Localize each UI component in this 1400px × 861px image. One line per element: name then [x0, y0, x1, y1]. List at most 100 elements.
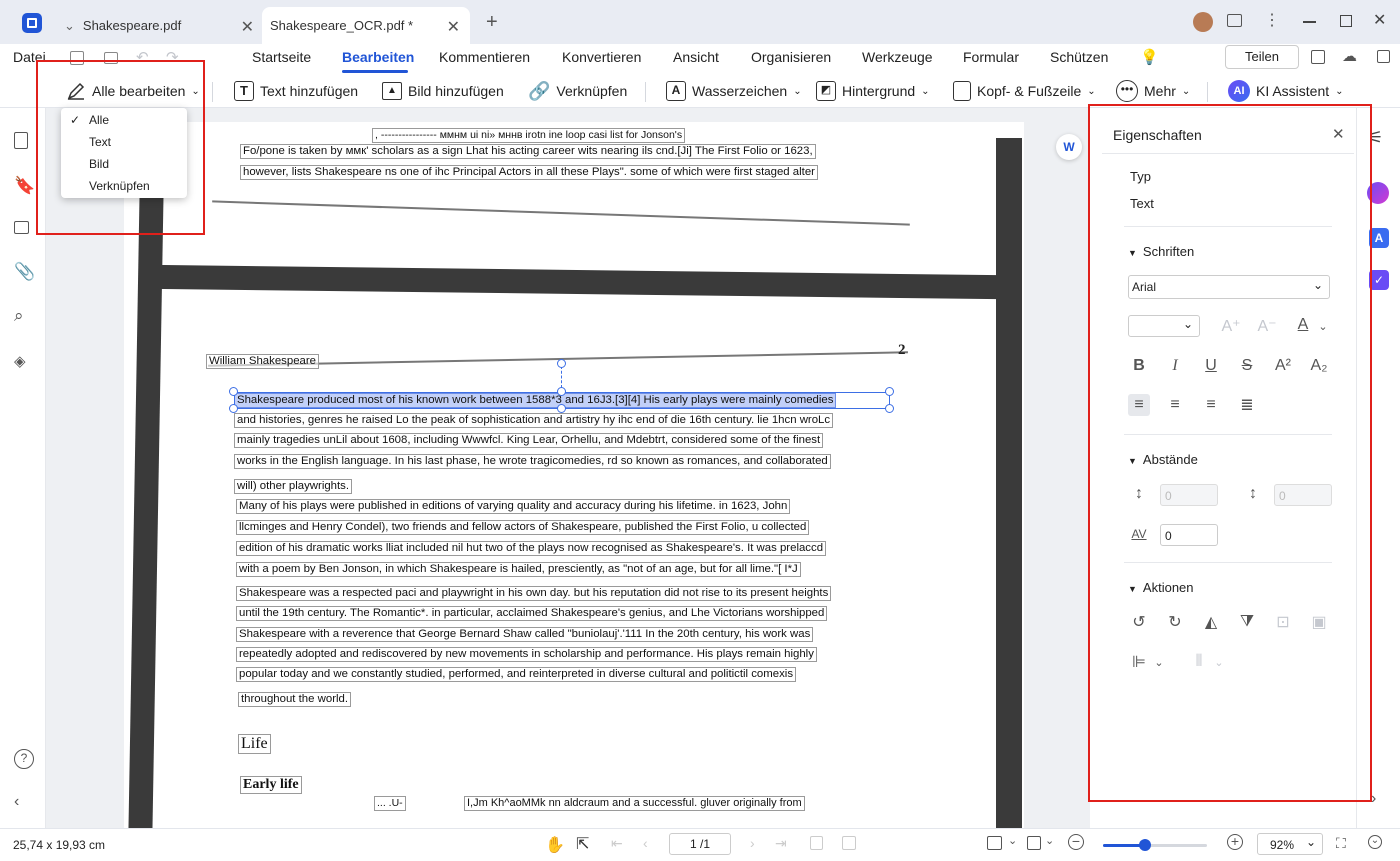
page-number-input[interactable]: 1 /1 — [669, 833, 731, 855]
close-icon[interactable]: ✕ — [241, 17, 254, 37]
text-line[interactable]: until the 19th century. The Romantic*. i… — [236, 606, 828, 621]
help-icon[interactable]: ? — [14, 749, 34, 769]
text-line[interactable]: with a poem by Ben Jonson, in which Shak… — [236, 562, 801, 577]
translate-icon[interactable]: W — [1056, 134, 1082, 160]
collapse-status-icon[interactable]: ⌄ — [1368, 835, 1382, 849]
pdf-page[interactable]: , ---------------- ммнм ui ni» мннв irot… — [124, 122, 1024, 828]
last-page-icon[interactable]: ⇥ — [775, 835, 787, 852]
header-footer-button[interactable]: Kopf- & Fußzeile ⌄ — [953, 78, 1096, 104]
rotate-handle[interactable] — [557, 359, 566, 368]
title-bar: ⌄ Shakespeare.pdf ✕ Shakespeare_OCR.pdf … — [0, 0, 1400, 44]
menu-view[interactable]: Ansicht — [673, 49, 719, 65]
text-line[interactable]: Many of his plays were published in edit… — [236, 499, 791, 514]
fullscreen-icon[interactable]: ⛶ — [1336, 835, 1346, 852]
bookmark-icon[interactable]: 🔖 — [14, 176, 35, 195]
message-icon[interactable] — [1227, 14, 1242, 27]
text-line[interactable]: Shakespeare was a respected paci and pla… — [236, 586, 832, 601]
attachment-icon[interactable]: 📎 — [14, 262, 35, 281]
menu-comment[interactable]: Kommentieren — [439, 49, 530, 65]
more-button[interactable]: ••• Mehr ⌄ — [1116, 78, 1190, 104]
expand-icon[interactable] — [1377, 50, 1390, 63]
watermark-button[interactable]: A Wasserzeichen ⌄ — [666, 78, 802, 104]
zoom-in-icon[interactable]: + — [1227, 834, 1243, 850]
close-icon[interactable]: ✕ — [447, 17, 460, 37]
menu-tools[interactable]: Werkzeuge — [862, 49, 933, 65]
background-button[interactable]: ◩ Hintergrund ⌄ — [816, 78, 930, 104]
text-line[interactable]: throughout the world. — [238, 692, 352, 707]
tab-label: Shakespeare.pdf — [82, 18, 182, 33]
window-close-button[interactable]: ✕ — [1373, 10, 1386, 30]
menu-convert[interactable]: Konvertieren — [562, 49, 641, 65]
text-line[interactable]: repeatedly adopted and rediscovered by n… — [236, 647, 817, 662]
chevron-down-icon: ⌄ — [64, 17, 75, 33]
text-line[interactable]: Shakespeare with a reverence that George… — [236, 627, 814, 642]
menu-home[interactable]: Startseite — [252, 49, 311, 65]
text-line[interactable]: and histories, genres he raised Lo the p… — [234, 413, 834, 428]
new-tab-button[interactable]: + — [486, 11, 498, 34]
tab-shakespeare-ocr[interactable]: Shakespeare_OCR.pdf * ✕ — [262, 7, 470, 44]
menu-edit[interactable]: Bearbeiten — [342, 49, 414, 65]
collapse-left-icon[interactable]: ‹ — [14, 793, 32, 811]
more-vertical-icon[interactable]: ⋮ — [1264, 10, 1280, 30]
zoom-select[interactable]: 92% ⌄ — [1257, 833, 1323, 855]
page-number[interactable]: 2 — [898, 342, 906, 359]
page-thumbnail-icon[interactable] — [14, 132, 28, 149]
add-image-button[interactable]: ▲ Bild hinzufügen — [382, 78, 504, 104]
text-line[interactable]: works in the English language. In his la… — [234, 454, 831, 469]
text-line[interactable]: popular today and we constantly studied,… — [236, 667, 797, 682]
first-page-icon[interactable]: ⇤ — [611, 835, 623, 852]
view-mode-icon[interactable] — [987, 836, 1002, 850]
zoom-slider[interactable] — [1103, 839, 1207, 851]
cloud-upload-icon[interactable]: ☁ — [1342, 47, 1357, 65]
prev-page-icon[interactable]: ‹ — [643, 835, 648, 851]
avatar[interactable] — [1193, 12, 1213, 32]
chevron-down-icon[interactable]: ⌄ — [1008, 834, 1017, 847]
link-icon: 🔗 — [528, 80, 551, 101]
tab-shakespeare[interactable]: ⌄ Shakespeare.pdf ✕ — [54, 7, 264, 44]
zoom-slider-thumb[interactable] — [1139, 839, 1151, 851]
text-line[interactable]: will) other playwrights. — [234, 479, 353, 494]
maximize-button[interactable] — [1340, 15, 1352, 27]
menu-form[interactable]: Formular — [963, 49, 1019, 65]
select-tool-icon[interactable]: ⇱ — [576, 834, 589, 854]
fit-icon[interactable] — [842, 836, 856, 850]
share-button[interactable]: Teilen — [1225, 45, 1299, 69]
chevron-down-icon[interactable]: ⌄ — [1045, 834, 1054, 847]
resize-handle[interactable] — [229, 387, 238, 396]
link-button[interactable]: 🔗 Verknüpfen — [528, 78, 627, 104]
next-page-icon[interactable]: › — [750, 835, 755, 851]
flow-icon[interactable] — [1311, 50, 1325, 64]
section-heading[interactable]: Early life — [240, 776, 302, 794]
text-line[interactable]: however, lists Shakespeare ns one of ihc… — [240, 165, 818, 180]
hand-tool-icon[interactable]: ✋ — [545, 835, 565, 855]
comment-icon[interactable] — [14, 221, 29, 234]
link-label: Verknüpfen — [556, 83, 628, 99]
translate-a-icon[interactable]: A — [1369, 228, 1389, 248]
resize-handle[interactable] — [229, 404, 238, 413]
zoom-out-icon[interactable]: − — [1068, 834, 1084, 850]
page-layout-icon[interactable] — [810, 836, 823, 850]
menu-protect[interactable]: Schützen — [1050, 49, 1108, 65]
layers-icon[interactable]: ◈ — [14, 352, 32, 370]
running-head[interactable]: William Shakespeare — [206, 354, 319, 369]
minimize-button[interactable] — [1303, 21, 1316, 23]
menu-organize[interactable]: Organisieren — [751, 49, 831, 65]
search-icon[interactable]: ⌕ — [14, 306, 32, 325]
text-line[interactable]: mainly tragedies unLil about 1608, inclu… — [234, 433, 824, 448]
section-heading[interactable]: Life — [238, 734, 271, 754]
text-line[interactable]: , ---------------- ммнм ui ni» мннв irot… — [372, 128, 686, 143]
resize-handle[interactable] — [557, 387, 566, 396]
resize-handle[interactable] — [885, 404, 894, 413]
text-line[interactable]: edition of his dramatic works lliat incl… — [236, 541, 827, 556]
text-line[interactable]: I,Jm Kh^aoMMk nn aldcraum and a successf… — [464, 796, 805, 811]
text-line[interactable]: Fo/pone is taken by ммк' scholars as a s… — [240, 144, 816, 159]
lightbulb-icon[interactable]: 💡 — [1140, 48, 1159, 66]
text-line[interactable]: llcminges and Henry Condel), two friends… — [236, 520, 810, 535]
resize-handle[interactable] — [885, 387, 894, 396]
resize-handle[interactable] — [557, 404, 566, 413]
ai-assistant-button[interactable]: AI KI Assistent ⌄ — [1228, 78, 1344, 104]
scroll-mode-icon[interactable] — [1027, 836, 1041, 850]
text-line[interactable]: ... .U- — [374, 796, 406, 811]
add-text-button[interactable]: T Text hinzufügen — [234, 78, 358, 104]
task-check-icon[interactable]: ✓ — [1369, 270, 1389, 290]
